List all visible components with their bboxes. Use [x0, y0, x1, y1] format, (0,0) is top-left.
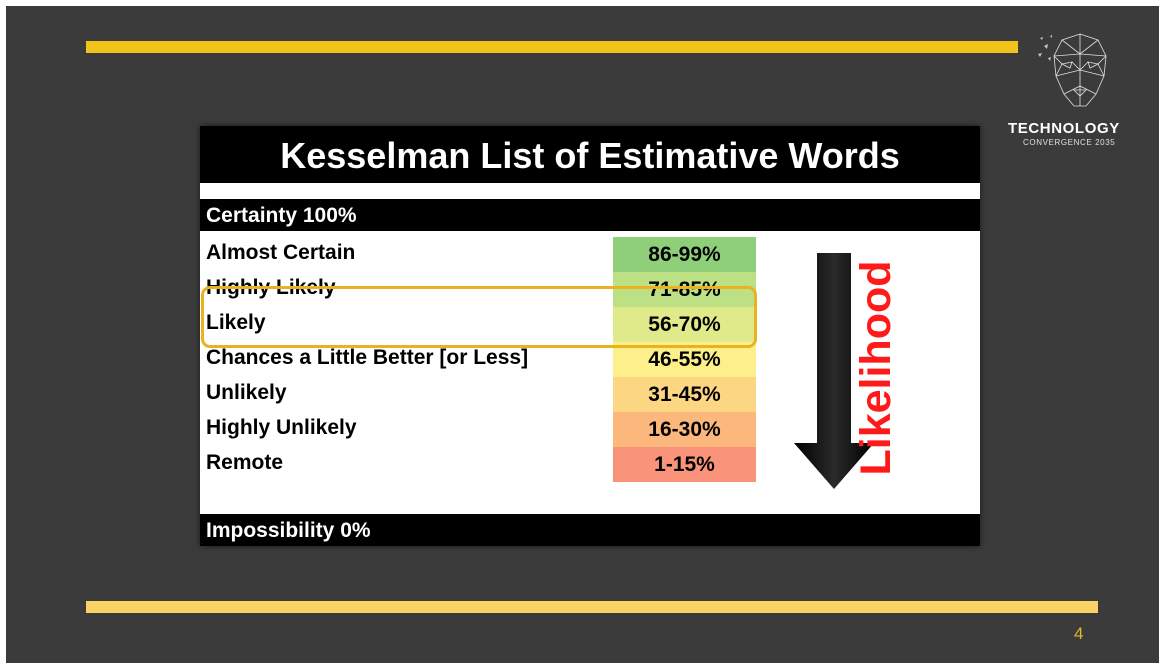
- row-label: Almost Certain: [206, 241, 356, 264]
- impossibility-band: Impossibility 0%: [200, 514, 980, 546]
- row-range: 16-30%: [613, 412, 756, 447]
- row-label: Remote: [206, 451, 284, 474]
- logo-title: TECHNOLOGY: [1008, 120, 1120, 137]
- likelihood-label: Likelihood: [852, 260, 900, 476]
- row-range: 86-99%: [613, 237, 756, 272]
- row-range: 31-45%: [613, 377, 756, 412]
- row-label: Chances a Little Better [or Less]: [206, 346, 529, 369]
- certainty-band: Certainty 100%: [200, 199, 980, 231]
- row-range: 1-15%: [613, 447, 756, 482]
- bottom-accent-bar: [86, 601, 1098, 613]
- row-label: Unlikely: [206, 381, 287, 404]
- page-number: 4: [1074, 624, 1084, 643]
- highlight-box: [201, 286, 757, 348]
- top-accent-bar: [86, 41, 1018, 53]
- logo-subtitle: CONVERGENCE 2035: [1023, 138, 1116, 147]
- row-label: Highly Unlikely: [206, 416, 357, 439]
- table-title: Kesselman List of Estimative Words: [200, 126, 980, 183]
- face-mesh-logo-icon: [1038, 33, 1107, 107]
- slide: TECHNOLOGY CONVERGENCE 2035 Kesselman Li…: [6, 6, 1159, 663]
